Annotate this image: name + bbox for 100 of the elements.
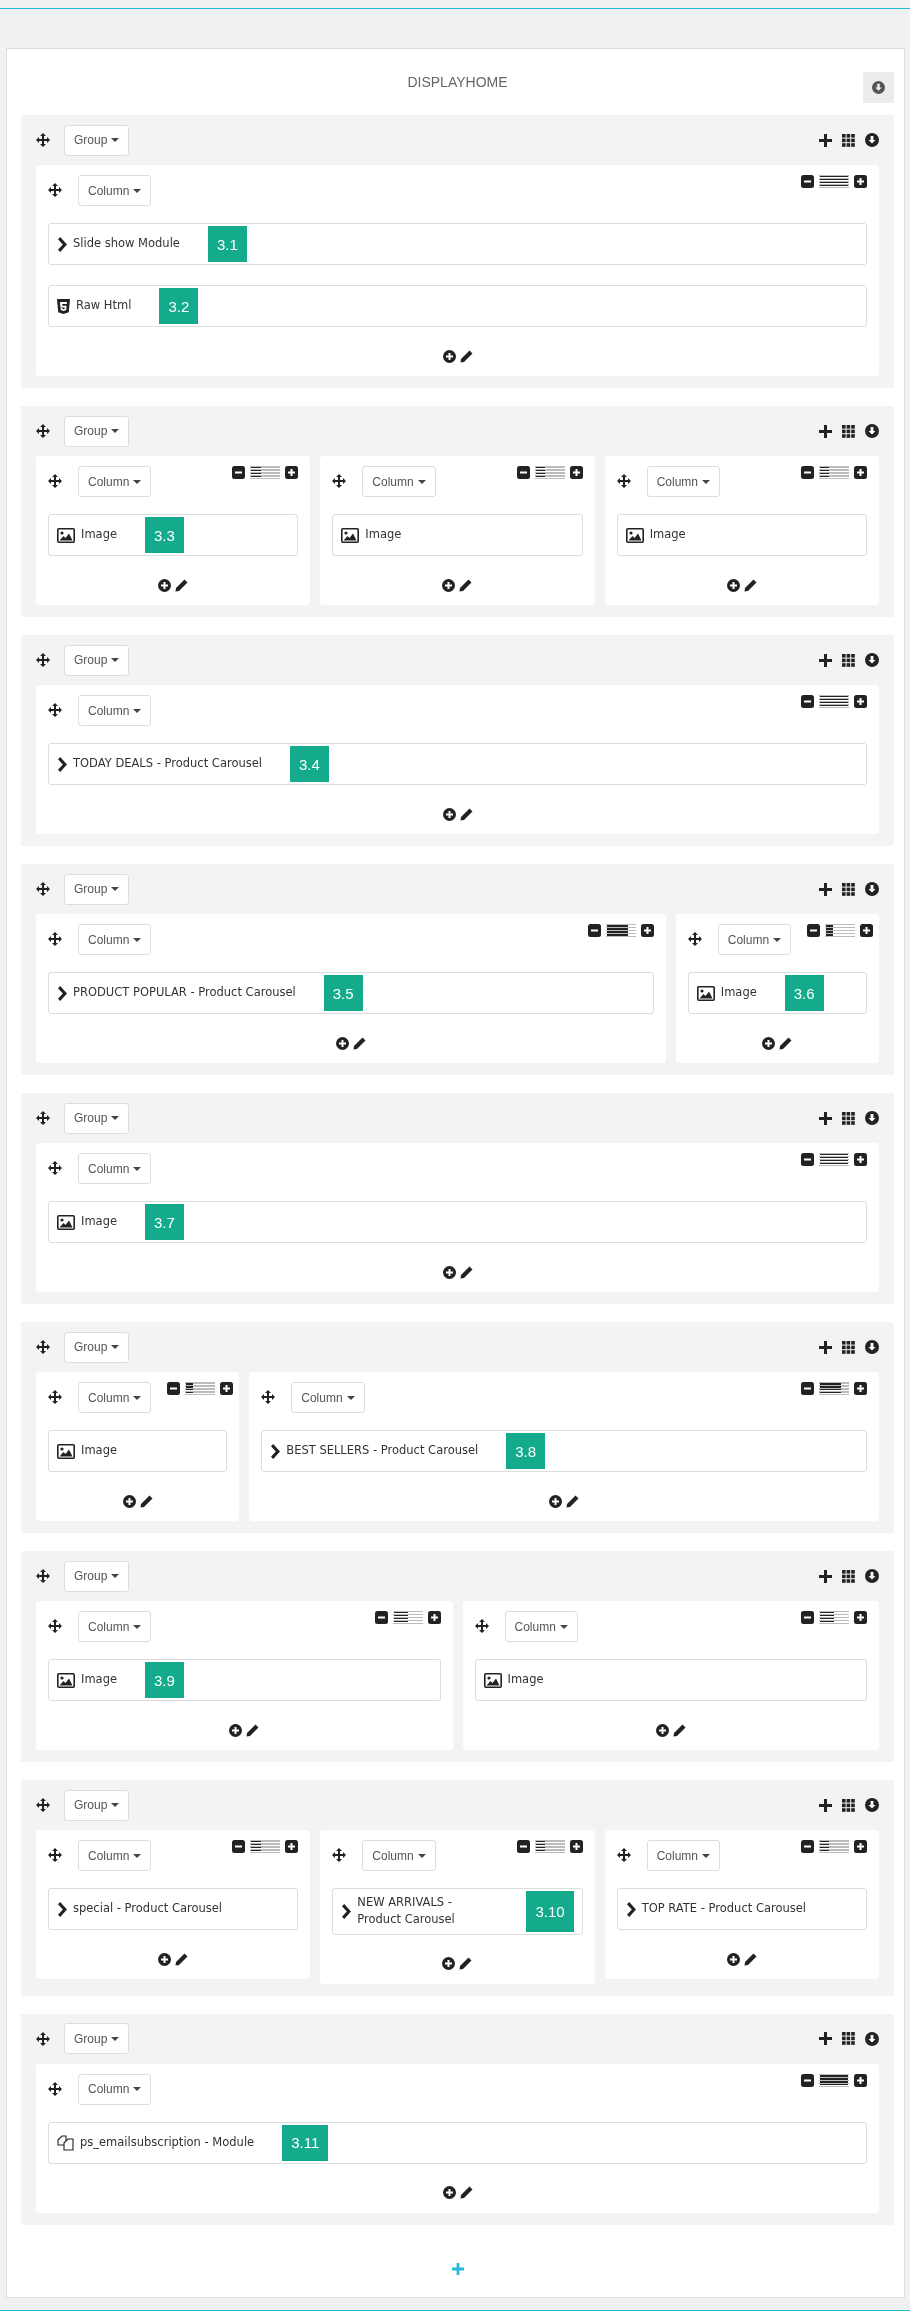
add-module-icon[interactable] <box>229 1723 243 1737</box>
group-dropdown[interactable]: Group <box>64 873 130 905</box>
plus-square-icon[interactable] <box>854 695 867 708</box>
move-handle-icon[interactable] <box>48 1848 62 1862</box>
move-handle-icon[interactable] <box>48 183 62 197</box>
move-handle-icon[interactable] <box>48 932 62 946</box>
move-handle-icon[interactable] <box>616 1848 631 1862</box>
module-item[interactable]: ps_emailsubscription - Module 3.11 <box>48 2121 867 2164</box>
add-module-icon[interactable] <box>442 807 456 821</box>
plus-square-icon[interactable] <box>854 1153 867 1166</box>
add-module-icon[interactable] <box>726 578 740 592</box>
grid-icon[interactable] <box>842 1798 855 1812</box>
minus-square-icon[interactable] <box>801 466 814 479</box>
add-icon[interactable] <box>819 882 832 896</box>
minus-square-icon[interactable] <box>167 1382 181 1395</box>
width-meter-icon[interactable] <box>819 695 849 708</box>
module-item[interactable]: Image <box>48 1430 228 1472</box>
grid-icon[interactable] <box>842 1569 855 1583</box>
move-handle-icon[interactable] <box>36 2031 50 2046</box>
plus-square-icon[interactable] <box>854 2073 867 2087</box>
plus-square-icon[interactable] <box>640 924 654 937</box>
group-dropdown[interactable]: Group <box>64 1789 130 1821</box>
pencil-icon[interactable] <box>459 1957 473 1970</box>
move-handle-icon[interactable] <box>36 1340 50 1354</box>
plus-square-icon[interactable] <box>285 466 299 479</box>
add-module-icon[interactable] <box>158 578 172 592</box>
width-meter-icon[interactable] <box>819 466 849 479</box>
add-icon[interactable] <box>819 133 832 147</box>
width-meter-icon[interactable] <box>534 1840 565 1853</box>
width-meter-icon[interactable] <box>819 2073 849 2087</box>
column-dropdown[interactable]: Column <box>362 466 436 497</box>
add-module-icon[interactable] <box>655 1723 669 1737</box>
pencil-icon[interactable] <box>779 1036 793 1050</box>
pencil-icon[interactable] <box>459 349 473 363</box>
width-meter-icon[interactable] <box>825 924 856 937</box>
group-dropdown[interactable]: Group <box>64 644 130 676</box>
minus-square-icon[interactable] <box>374 1611 388 1624</box>
add-icon[interactable] <box>819 1569 832 1583</box>
pencil-icon[interactable] <box>743 578 757 592</box>
column-dropdown[interactable]: Column <box>504 1611 578 1642</box>
add-module-icon[interactable] <box>442 1957 456 1970</box>
module-item[interactable]: Image <box>616 514 867 556</box>
add-module-icon[interactable] <box>762 1036 776 1050</box>
add-module-icon[interactable] <box>122 1494 136 1508</box>
move-handle-icon[interactable] <box>48 2081 62 2096</box>
column-dropdown[interactable]: Column <box>78 924 152 955</box>
arrow-down-circle-icon[interactable] <box>865 1569 879 1583</box>
grid-icon[interactable] <box>842 1340 855 1354</box>
move-handle-icon[interactable] <box>36 882 50 896</box>
grid-icon[interactable] <box>842 424 855 438</box>
module-item[interactable]: Image <box>332 514 583 556</box>
arrow-down-circle-icon[interactable] <box>865 1111 879 1125</box>
arrow-down-circle-icon[interactable] <box>865 653 879 667</box>
column-dropdown[interactable]: Column <box>78 1382 152 1413</box>
minus-square-icon[interactable] <box>801 1382 814 1395</box>
arrow-down-circle-icon[interactable] <box>865 882 879 896</box>
minus-square-icon[interactable] <box>801 175 814 188</box>
grid-icon[interactable] <box>842 653 855 667</box>
pencil-icon[interactable] <box>566 1494 580 1508</box>
module-item[interactable]: Slide show Module 3.1 <box>48 223 867 265</box>
minus-square-icon[interactable] <box>516 466 530 479</box>
module-item[interactable]: TOP RATE - Product Carousel <box>616 1888 867 1930</box>
plus-square-icon[interactable] <box>854 1382 867 1395</box>
group-dropdown[interactable]: Group <box>64 1331 130 1363</box>
add-icon[interactable] <box>819 2032 832 2045</box>
move-handle-icon[interactable] <box>36 424 50 438</box>
pencil-icon[interactable] <box>246 1723 260 1737</box>
width-meter-icon[interactable] <box>392 1611 423 1624</box>
move-handle-icon[interactable] <box>36 653 50 667</box>
arrow-down-circle-icon[interactable] <box>865 2031 879 2046</box>
module-item[interactable]: TODAY DEALS - Product Carousel 3.4 <box>48 743 867 785</box>
plus-square-icon[interactable] <box>569 1840 583 1853</box>
pencil-icon[interactable] <box>672 1723 686 1737</box>
move-handle-icon[interactable] <box>332 1848 347 1862</box>
arrow-down-circle-icon[interactable] <box>865 1340 879 1354</box>
width-meter-icon[interactable] <box>250 466 281 479</box>
minus-square-icon[interactable] <box>801 1611 814 1624</box>
add-module-icon[interactable] <box>335 1036 349 1050</box>
module-item[interactable]: PRODUCT POPULAR - Product Carousel 3.5 <box>48 972 654 1014</box>
add-module-icon[interactable] <box>549 1494 563 1508</box>
width-meter-icon[interactable] <box>250 1840 281 1853</box>
add-module-icon[interactable] <box>442 1265 456 1279</box>
plus-square-icon[interactable] <box>854 466 867 479</box>
column-dropdown[interactable]: Column <box>717 924 792 955</box>
module-item[interactable]: Image 3.7 <box>48 1201 867 1243</box>
plus-square-icon[interactable] <box>220 1382 234 1395</box>
pencil-icon[interactable] <box>743 1952 757 1966</box>
arrow-down-circle-icon[interactable] <box>865 424 879 438</box>
move-handle-icon[interactable] <box>48 1619 62 1633</box>
column-dropdown[interactable]: Column <box>78 1611 152 1642</box>
add-icon[interactable] <box>819 653 832 667</box>
pencil-icon[interactable] <box>459 578 473 592</box>
plus-square-icon[interactable] <box>854 1611 867 1624</box>
minus-square-icon[interactable] <box>587 924 601 937</box>
move-handle-icon[interactable] <box>36 1569 50 1583</box>
pencil-icon[interactable] <box>459 1265 473 1279</box>
move-handle-icon[interactable] <box>474 1619 489 1633</box>
column-dropdown[interactable]: Column <box>646 466 720 497</box>
move-handle-icon[interactable] <box>48 1161 62 1175</box>
minus-square-icon[interactable] <box>232 466 246 479</box>
